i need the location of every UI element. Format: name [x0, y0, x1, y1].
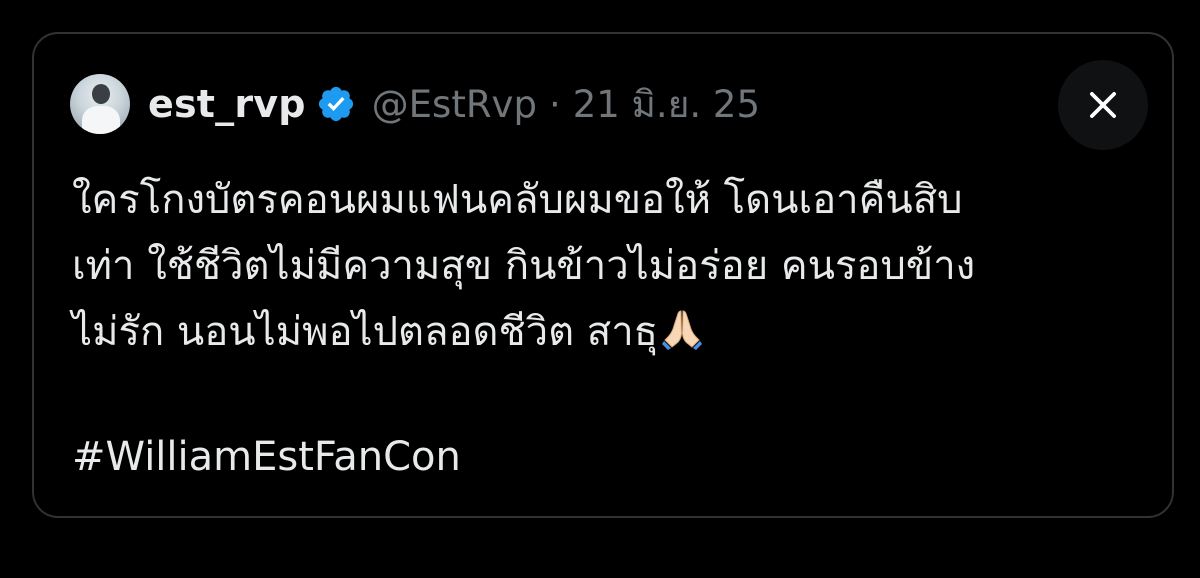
- avatar-figure-head: [92, 84, 110, 104]
- tweet-header: est_rvp @EstRvp · 21 มิ.ย. 25: [70, 72, 760, 136]
- avatar-figure-body: [82, 106, 120, 134]
- hashtag-link[interactable]: #WilliamEstFanCon: [72, 424, 461, 490]
- avatar[interactable]: [70, 74, 130, 134]
- tweet-text-line: ใครโกงบัตรคอนผมแฟนคลับผมขอให้ โดนเอาคืนส…: [72, 177, 963, 223]
- tweet-text-line: ไม่รัก นอนไม่พอไปตลอดชีวิต สาธุ: [72, 299, 1152, 365]
- close-button[interactable]: [1058, 60, 1148, 150]
- folded-hands-emoji: [662, 310, 703, 350]
- verified-badge-icon: [318, 86, 353, 122]
- tweet-text-line: เท่า ใช้ชีวิตไม่มีความสุข กินข้าวไม่อร่อ…: [72, 243, 976, 289]
- tweet-text: ใครโกงบัตรคอนผมแฟนคลับผมขอให้ โดนเอาคืนส…: [72, 167, 1152, 365]
- tweet-text-line-content: ไม่รัก นอนไม่พอไปตลอดชีวิต สาธุ: [72, 309, 659, 355]
- close-icon: [1090, 92, 1116, 118]
- quoted-tweet-card[interactable]: est_rvp @EstRvp · 21 มิ.ย. 25 ใครโกงบัตร…: [32, 32, 1174, 518]
- header-separator: ·: [548, 82, 561, 126]
- author-handle[interactable]: @EstRvp: [372, 83, 537, 126]
- author-display-name[interactable]: est_rvp: [148, 82, 306, 126]
- tweet-date[interactable]: 21 มิ.ย. 25: [573, 75, 760, 134]
